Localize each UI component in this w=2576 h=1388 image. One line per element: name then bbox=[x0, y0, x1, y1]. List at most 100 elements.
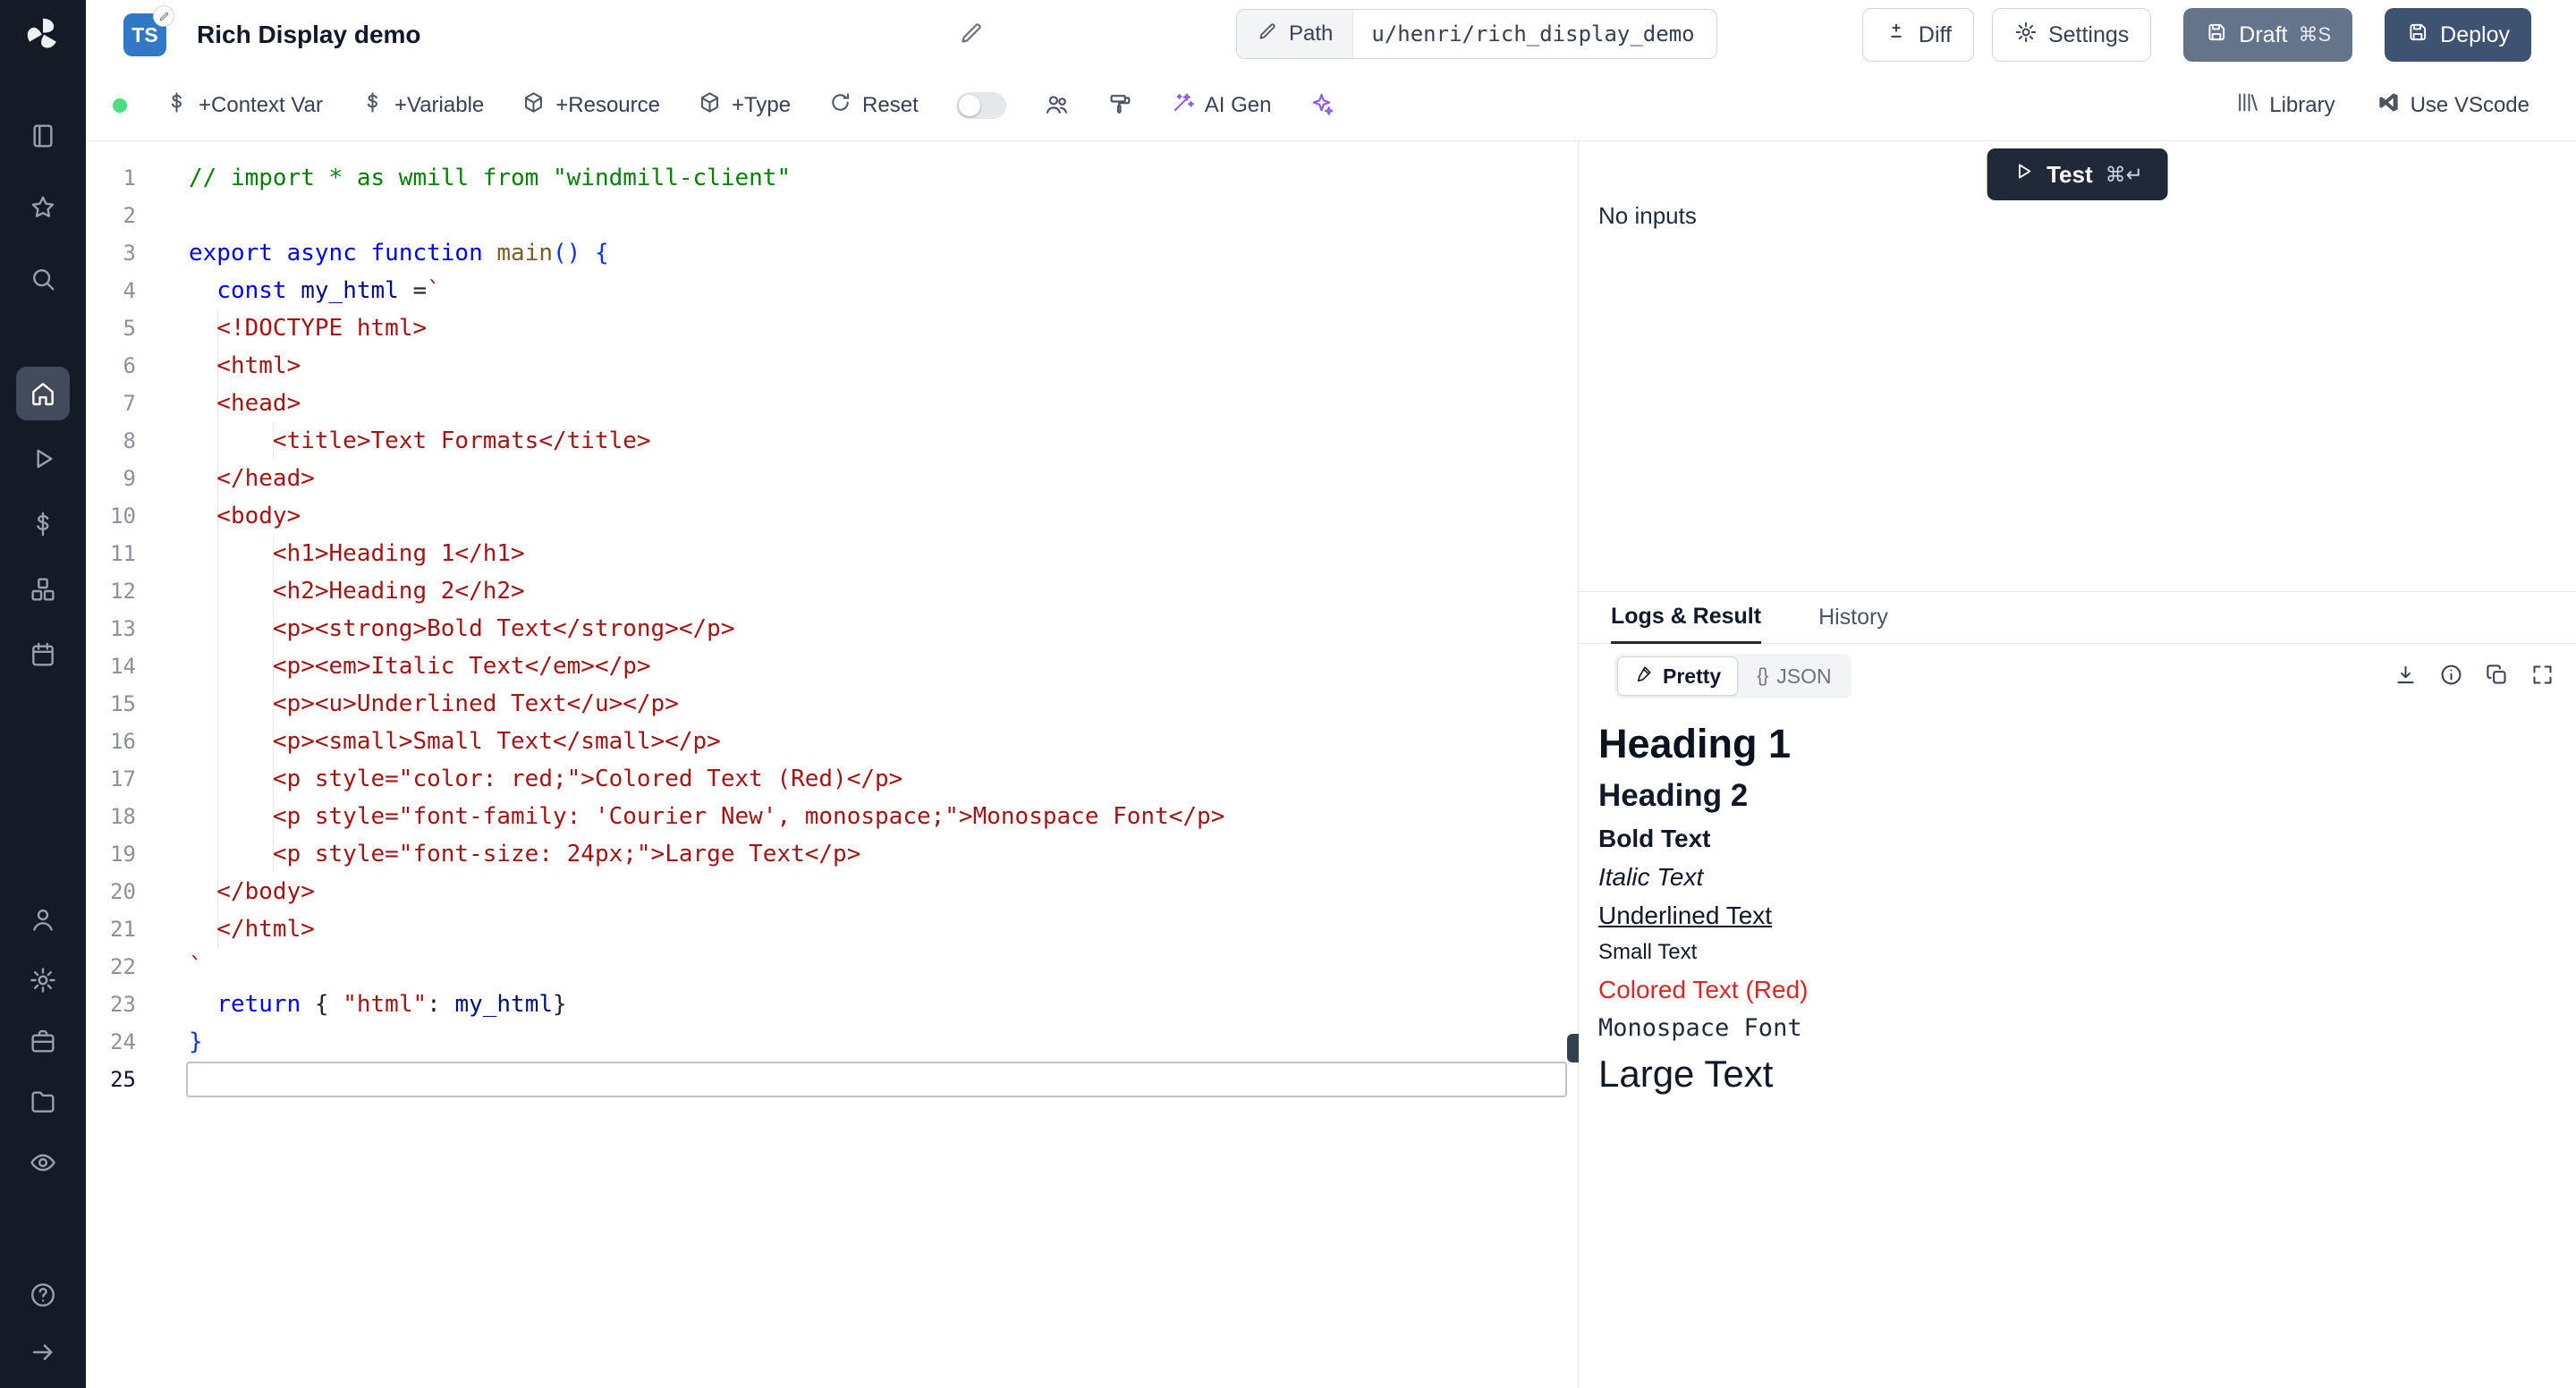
windmill-logo-icon[interactable] bbox=[23, 14, 63, 54]
code-text: <h1>Heading 1</h1> bbox=[189, 535, 525, 572]
braces-icon: {} bbox=[1757, 665, 1767, 687]
code-line-16[interactable]: 16 <p><small>Small Text</small></p> bbox=[86, 723, 1578, 760]
code-text: <head> bbox=[189, 385, 301, 422]
sidebar-item-search[interactable] bbox=[16, 252, 70, 306]
result-item-small: Small Text bbox=[1598, 940, 2555, 965]
result-item-bold: Bold Text bbox=[1598, 825, 2555, 853]
line-number: 25 bbox=[86, 1061, 136, 1098]
diff-button[interactable]: Diff bbox=[1862, 8, 1974, 62]
format-code-button[interactable] bbox=[1107, 91, 1133, 120]
code-line-11[interactable]: 11 <h1>Heading 1</h1> bbox=[86, 535, 1578, 572]
code-line-17[interactable]: 17 <p style="color: red;">Colored Text (… bbox=[86, 760, 1578, 798]
line-number: 7 bbox=[86, 385, 136, 422]
add-resource-button[interactable]: +Resource bbox=[521, 90, 660, 121]
sidebar-item-favorites[interactable] bbox=[16, 181, 70, 234]
line-number: 15 bbox=[86, 685, 136, 723]
code-line-22[interactable]: 22` bbox=[86, 948, 1578, 986]
sidebar-item-workers[interactable] bbox=[16, 1014, 70, 1068]
save-icon bbox=[2406, 21, 2429, 50]
edit-summary-button[interactable] bbox=[958, 20, 985, 49]
code-text: <html> bbox=[189, 347, 301, 385]
code-text: <!DOCTYPE html> bbox=[189, 309, 427, 347]
sidebar-item-home[interactable] bbox=[16, 367, 70, 420]
line-number: 19 bbox=[86, 835, 136, 873]
code-line-1[interactable]: 1// import * as wmill from "windmill-cli… bbox=[86, 159, 1578, 197]
code-line-25[interactable]: 25 bbox=[86, 1061, 1578, 1098]
add-variable-button[interactable]: +Variable bbox=[360, 90, 484, 121]
sidebar-item-audit-logs[interactable] bbox=[16, 1136, 70, 1189]
ai-assistant-button[interactable] bbox=[1309, 91, 1335, 120]
tab-logs-and-result[interactable]: Logs & Result bbox=[1611, 592, 1761, 644]
path-value: u/henri/rich_display_demo bbox=[1353, 10, 1716, 58]
code-line-6[interactable]: 6 <html> bbox=[86, 347, 1578, 385]
add-type-button[interactable]: +Type bbox=[698, 90, 791, 121]
copy-result-button[interactable] bbox=[2485, 663, 2509, 690]
code-line-24[interactable]: 24} bbox=[86, 1023, 1578, 1061]
folders-icon bbox=[29, 1088, 57, 1116]
code-line-2[interactable]: 2 bbox=[86, 197, 1578, 234]
dollar-icon bbox=[360, 90, 385, 121]
sidebar-item-collapse[interactable] bbox=[16, 1325, 70, 1379]
code-line-15[interactable]: 15 <p><u>Underlined Text</u></p> bbox=[86, 685, 1578, 723]
settings-button[interactable]: Settings bbox=[1992, 8, 2151, 62]
mode-pretty-button[interactable]: Pretty bbox=[1617, 656, 1738, 696]
sidebar-item-workspace[interactable] bbox=[16, 109, 70, 163]
toolbar-right-group: Library Use VScode bbox=[2235, 90, 2529, 121]
dollar-icon bbox=[165, 90, 189, 121]
line-number: 5 bbox=[86, 309, 136, 347]
sidebar-item-resources[interactable] bbox=[16, 563, 70, 616]
code-text: <body> bbox=[189, 497, 301, 535]
sidebar-item-runs[interactable] bbox=[16, 432, 70, 486]
code-text: } bbox=[189, 1023, 203, 1061]
library-button[interactable]: Library bbox=[2235, 90, 2334, 121]
code-line-5[interactable]: 5 <!DOCTYPE html> bbox=[86, 309, 1578, 347]
sidebar-item-folders[interactable] bbox=[16, 1075, 70, 1129]
expand-result-button[interactable] bbox=[2530, 663, 2555, 690]
line-number: 20 bbox=[86, 873, 136, 910]
code-editor[interactable]: 1// import * as wmill from "windmill-cli… bbox=[86, 141, 1578, 1388]
line-number: 2 bbox=[86, 197, 136, 234]
search-icon bbox=[29, 265, 57, 293]
reset-button[interactable]: Reset bbox=[828, 90, 919, 121]
sidebar-item-settings[interactable] bbox=[16, 953, 70, 1007]
code-line-7[interactable]: 7 <head> bbox=[86, 385, 1578, 422]
code-line-8[interactable]: 8 <title>Text Formats</title> bbox=[86, 422, 1578, 460]
sidebar-item-users[interactable] bbox=[16, 893, 70, 946]
multiplayer-users-button[interactable] bbox=[1044, 91, 1070, 120]
ai-gen-button[interactable]: AI Gen bbox=[1171, 90, 1272, 121]
code-line-23[interactable]: 23 return { "html": my_html} bbox=[86, 986, 1578, 1023]
result-info-button[interactable] bbox=[2439, 663, 2463, 690]
code-line-4[interactable]: 4 const my_html =` bbox=[86, 272, 1578, 309]
download-icon bbox=[2394, 663, 2418, 690]
code-line-12[interactable]: 12 <h2>Heading 2</h2> bbox=[86, 572, 1578, 610]
sidebar-item-variables[interactable] bbox=[16, 497, 70, 551]
code-line-10[interactable]: 10 <body> bbox=[86, 497, 1578, 535]
toggle-knob bbox=[959, 95, 980, 116]
code-line-14[interactable]: 14 <p><em>Italic Text</em></p> bbox=[86, 647, 1578, 685]
mode-json-button[interactable]: {} JSON bbox=[1740, 657, 1848, 696]
deploy-button[interactable]: Deploy bbox=[2385, 8, 2531, 62]
sidebar-item-schedules[interactable] bbox=[16, 628, 70, 681]
test-button[interactable]: Test ⌘↵ bbox=[1987, 148, 2168, 200]
code-line-9[interactable]: 9 </head> bbox=[86, 460, 1578, 497]
draft-button[interactable]: Draft ⌘S bbox=[2183, 8, 2352, 62]
multiplayer-toggle[interactable] bbox=[956, 92, 1006, 119]
code-text: // import * as wmill from "windmill-clie… bbox=[189, 159, 791, 197]
code-line-20[interactable]: 20 </body> bbox=[86, 873, 1578, 910]
code-line-3[interactable]: 3export async function main() { bbox=[86, 234, 1578, 272]
download-result-button[interactable] bbox=[2394, 663, 2418, 690]
code-line-18[interactable]: 18 <p style="font-family: 'Courier New',… bbox=[86, 798, 1578, 835]
path-field[interactable]: Path u/henri/rich_display_demo bbox=[1236, 9, 1717, 59]
sidebar-item-help[interactable] bbox=[16, 1268, 70, 1322]
code-line-19[interactable]: 19 <p style="font-size: 24px;">Large Tex… bbox=[86, 835, 1578, 873]
add-context-var-button[interactable]: +Context Var bbox=[165, 90, 323, 121]
use-vscode-button[interactable]: Use VScode bbox=[2377, 90, 2529, 121]
code-line-13[interactable]: 13 <p><strong>Bold Text</strong></p> bbox=[86, 610, 1578, 647]
code-line-21[interactable]: 21 </html> bbox=[86, 910, 1578, 948]
pencil-icon bbox=[958, 36, 985, 49]
tab-history[interactable]: History bbox=[1818, 592, 1888, 643]
line-number: 12 bbox=[86, 572, 136, 610]
typescript-badge: TS bbox=[123, 13, 166, 56]
code-text: ` bbox=[189, 948, 203, 986]
pen-icon bbox=[1634, 664, 1654, 689]
